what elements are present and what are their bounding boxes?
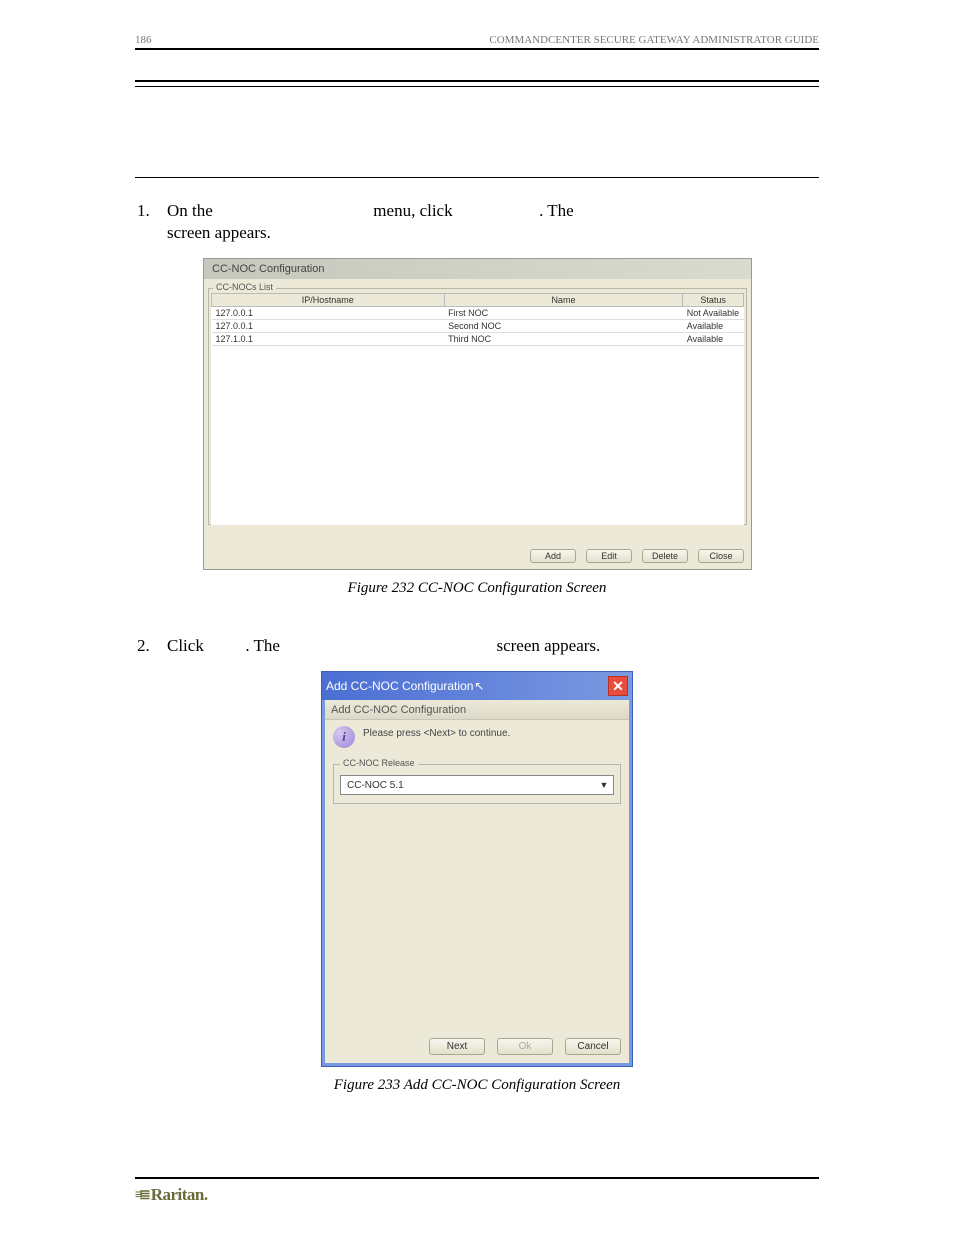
add-ccnoc-dialog: Add CC-NOC Configuration ↖ ✕ Add CC-NOC … xyxy=(321,671,633,1067)
logo-glyph-icon: ≡≣ xyxy=(135,1187,147,1204)
ccnocs-list-fieldset: CC-NOCs List IP/Hostname Name Status 127… xyxy=(208,288,747,525)
text: . The xyxy=(245,636,284,655)
dialog-titlebar[interactable]: Add CC-NOC Configuration ↖ ✕ xyxy=(322,672,632,700)
table-row[interactable]: 127.0.0.1 First NOC Not Available xyxy=(212,307,744,320)
cell-name: Second NOC xyxy=(444,320,683,333)
release-fieldset: CC-NOC Release CC-NOC 5.1 ▼ xyxy=(333,764,621,804)
col-header-status[interactable]: Status xyxy=(683,294,744,307)
fieldset-legend: CC-NOC Release xyxy=(340,758,418,768)
close-button[interactable]: Close xyxy=(698,549,744,563)
fieldset-legend: CC-NOCs List xyxy=(213,282,276,292)
info-text: Please press <Next> to continue. xyxy=(363,726,510,739)
cell-status: Available xyxy=(683,333,744,346)
window-title: CC-NOC Configuration xyxy=(204,259,751,279)
raritan-logo: ≡≣ Raritan. xyxy=(135,1185,819,1205)
step-1: 1. On the menu, click . The screen appea… xyxy=(137,200,819,244)
text: Click xyxy=(167,636,208,655)
dialog-title: Add CC-NOC Configuration xyxy=(326,679,473,693)
close-icon[interactable]: ✕ xyxy=(608,676,628,696)
ccnoc-config-screenshot: CC-NOC Configuration CC-NOCs List IP/Hos… xyxy=(203,258,752,570)
table-row[interactable]: 127.1.0.1 Third NOC Available xyxy=(212,333,744,346)
next-button[interactable]: Next xyxy=(429,1038,485,1055)
add-button[interactable]: Add xyxy=(530,549,576,563)
cell-ip: 127.0.0.1 xyxy=(212,307,445,320)
col-header-ip[interactable]: IP/Hostname xyxy=(212,294,445,307)
figure-caption-2: Figure 233 Add CC-NOC Configuration Scre… xyxy=(135,1077,819,1094)
cursor-icon: ↖ xyxy=(474,679,484,693)
cell-name: Third NOC xyxy=(444,333,683,346)
doc-title: COMMANDCENTER SECURE GATEWAY ADMINISTRAT… xyxy=(489,34,819,46)
combobox-value: CC-NOC 5.1 xyxy=(341,780,595,791)
list-number: 1. xyxy=(137,200,167,244)
table-fill xyxy=(212,346,744,525)
text: On the xyxy=(167,201,217,220)
edit-button[interactable]: Edit xyxy=(586,549,632,563)
text: screen appears. xyxy=(496,636,600,655)
cell-name: First NOC xyxy=(444,307,683,320)
delete-button[interactable]: Delete xyxy=(642,549,688,563)
table-row[interactable]: 127.0.0.1 Second NOC Available xyxy=(212,320,744,333)
dialog-subtitle: Add CC-NOC Configuration xyxy=(325,700,629,720)
divider xyxy=(135,80,819,82)
list-number: 2. xyxy=(137,635,167,657)
ccnocs-table: IP/Hostname Name Status 127.0.0.1 First … xyxy=(211,293,744,525)
info-icon: i xyxy=(333,726,355,748)
cancel-button[interactable]: Cancel xyxy=(565,1038,621,1055)
divider xyxy=(135,177,819,178)
footer-divider xyxy=(135,1177,819,1179)
text: screen appears. xyxy=(167,223,271,242)
release-combobox[interactable]: CC-NOC 5.1 ▼ xyxy=(340,775,614,795)
cell-status: Not Available xyxy=(683,307,744,320)
cell-status: Available xyxy=(683,320,744,333)
step-2: 2. Click . The screen appears. xyxy=(137,635,819,657)
cell-ip: 127.0.0.1 xyxy=(212,320,445,333)
text: menu, click xyxy=(373,201,457,220)
figure-caption-1: Figure 232 CC-NOC Configuration Screen xyxy=(135,580,819,597)
col-header-name[interactable]: Name xyxy=(444,294,683,307)
logo-text: Raritan. xyxy=(151,1185,208,1205)
page-number: 186 xyxy=(135,34,152,46)
chevron-down-icon[interactable]: ▼ xyxy=(595,780,613,790)
ok-button[interactable]: Ok xyxy=(497,1038,553,1055)
cell-ip: 127.1.0.1 xyxy=(212,333,445,346)
text: . The xyxy=(539,201,574,220)
